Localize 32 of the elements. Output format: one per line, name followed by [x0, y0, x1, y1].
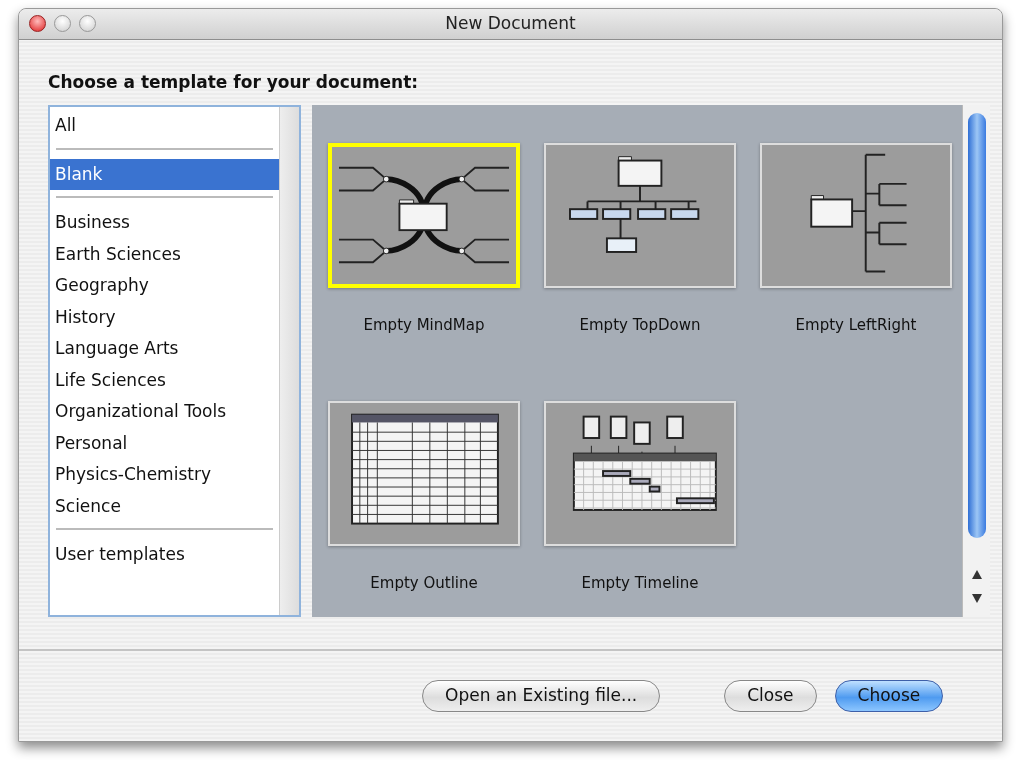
template-thumbnail[interactable] — [760, 143, 952, 289]
template-label: Empty MindMap — [363, 315, 485, 337]
category-item[interactable]: All — [50, 110, 279, 142]
category-item[interactable]: Earth Sciences — [50, 238, 279, 271]
scroll-down-icon[interactable] — [971, 594, 982, 604]
category-item[interactable]: Blank — [50, 158, 279, 191]
template-label: Empty LeftRight — [795, 315, 917, 337]
dialog-button[interactable]: Close — [724, 680, 817, 713]
category-item[interactable]: Organizational Tools — [50, 396, 279, 428]
template-thumbnail[interactable] — [328, 401, 520, 547]
window-title: New Document — [445, 13, 576, 34]
template-label: Empty Outline — [370, 573, 478, 595]
category-item[interactable]: User templates — [50, 539, 279, 571]
scroll-thumb[interactable] — [967, 113, 986, 539]
template-label: Empty Timeline — [581, 573, 699, 595]
category-item[interactable]: Life Sciences — [50, 364, 279, 397]
category-item[interactable]: Language Arts — [50, 333, 279, 365]
category-item[interactable]: Geography — [50, 270, 279, 302]
dialog-button[interactable]: Open an Existing file... — [422, 680, 661, 713]
template-thumbnail[interactable] — [544, 143, 736, 289]
template-label: Empty TopDown — [579, 315, 701, 337]
close-icon[interactable] — [29, 15, 46, 33]
prompt-heading: Choose a template for your document: — [48, 70, 420, 94]
category-item[interactable]: History — [50, 301, 279, 334]
template-thumbnail[interactable] — [544, 401, 736, 547]
scroll-up-icon[interactable] — [971, 570, 982, 580]
category-item[interactable]: Business — [50, 207, 279, 239]
category-item[interactable]: Physics-Chemistry — [50, 459, 279, 491]
choose-button[interactable]: Choose — [834, 680, 944, 713]
category-item[interactable]: Science — [50, 490, 279, 523]
scrollbar[interactable] — [962, 105, 990, 618]
category-item[interactable]: Personal — [50, 427, 279, 460]
